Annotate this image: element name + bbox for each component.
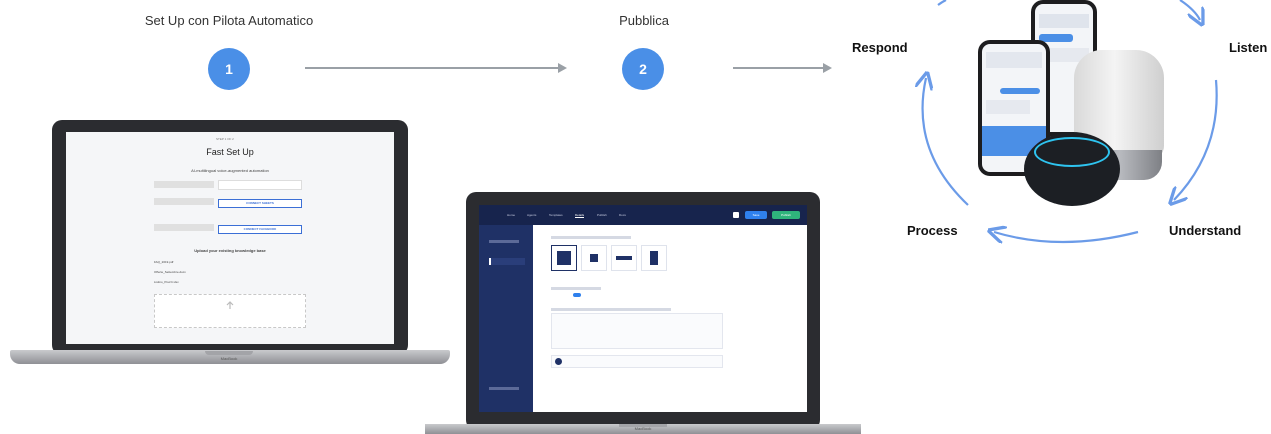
setup-screen: STEP 1 OF 2 Fast Set Up AI-multilingual … (66, 132, 394, 344)
sidebar-footer (489, 387, 519, 390)
nav-item-agents[interactable]: Agents (527, 213, 536, 217)
nav-item-home[interactable]: Home (507, 213, 515, 217)
laptop-brand: MacBook (220, 356, 238, 361)
section-heading (551, 236, 631, 239)
setting-label (551, 287, 601, 290)
nav-item-publish[interactable]: Publish (597, 213, 607, 217)
save-button[interactable]: Save (745, 211, 767, 219)
nav-item-docs[interactable]: Docs (619, 213, 626, 217)
connect-facebook-button[interactable]: CONNECT FACEBOOK (218, 225, 302, 234)
layout-option-2[interactable] (581, 245, 607, 271)
arc-listen (1179, 0, 1200, 20)
setup-subtitle: AI-multilingual voice-augmented automati… (191, 168, 269, 173)
file-row-3[interactable]: Listino_Prezzi.xlsx (154, 280, 179, 284)
arc-respond (923, 78, 969, 206)
layout-option-4[interactable] (641, 245, 667, 271)
field-label-2 (154, 198, 214, 205)
website-field[interactable] (218, 180, 302, 190)
message-editor[interactable] (551, 313, 723, 349)
publish-button[interactable]: Publish (772, 211, 800, 219)
sidebar-item-1[interactable] (489, 240, 519, 243)
nav-item-details[interactable]: Details (575, 213, 585, 218)
arc-understand (1174, 79, 1218, 200)
echo-dot-ring (1034, 137, 1110, 167)
file-row-1[interactable]: FAQ_2019.pdf (154, 260, 173, 264)
field-label-1 (154, 181, 214, 188)
avatar (555, 358, 562, 365)
save-icon[interactable] (733, 212, 739, 218)
cycle-label-respond: Respond (852, 40, 908, 55)
setup-title: Fast Set Up (206, 147, 254, 157)
setting-toggle[interactable] (573, 293, 581, 297)
upload-dropzone[interactable] (154, 294, 306, 328)
cycle-label-listen: Listen (1229, 40, 1268, 55)
connect-sheets-button[interactable]: CONNECT SHEETS (218, 199, 302, 208)
file-row-2[interactable]: Offerte_Settembre.docx (154, 270, 186, 274)
upload-heading: Upload your existing knowledge base (194, 248, 266, 253)
dashboard-sidebar (479, 225, 533, 412)
step-indicator: STEP 1 OF 2 (216, 137, 234, 141)
arc-top (937, 0, 947, 6)
cycle-label-process: Process (907, 223, 958, 238)
field-label-3 (154, 224, 214, 231)
dashboard-screen: Home Agents Templates Details Publish Do… (479, 205, 807, 412)
nav-item-templates[interactable]: Templates (549, 213, 563, 217)
layout-option-1[interactable] (551, 245, 577, 271)
step-2-badge: 2 (622, 48, 664, 90)
message-preview (551, 355, 723, 368)
step-2-label: Pubblica (619, 13, 669, 28)
cycle-label-understand: Understand (1169, 223, 1242, 238)
laptop-brand: MacBook (634, 426, 652, 431)
upload-icon (226, 301, 234, 309)
message-label (551, 308, 671, 311)
step-1-badge: 1 (208, 48, 250, 90)
layout-option-3[interactable] (611, 245, 637, 271)
arc-process (994, 232, 1139, 242)
step-1-label: Set Up con Pilota Automatico (144, 13, 314, 28)
sidebar-item-active[interactable] (489, 258, 525, 265)
